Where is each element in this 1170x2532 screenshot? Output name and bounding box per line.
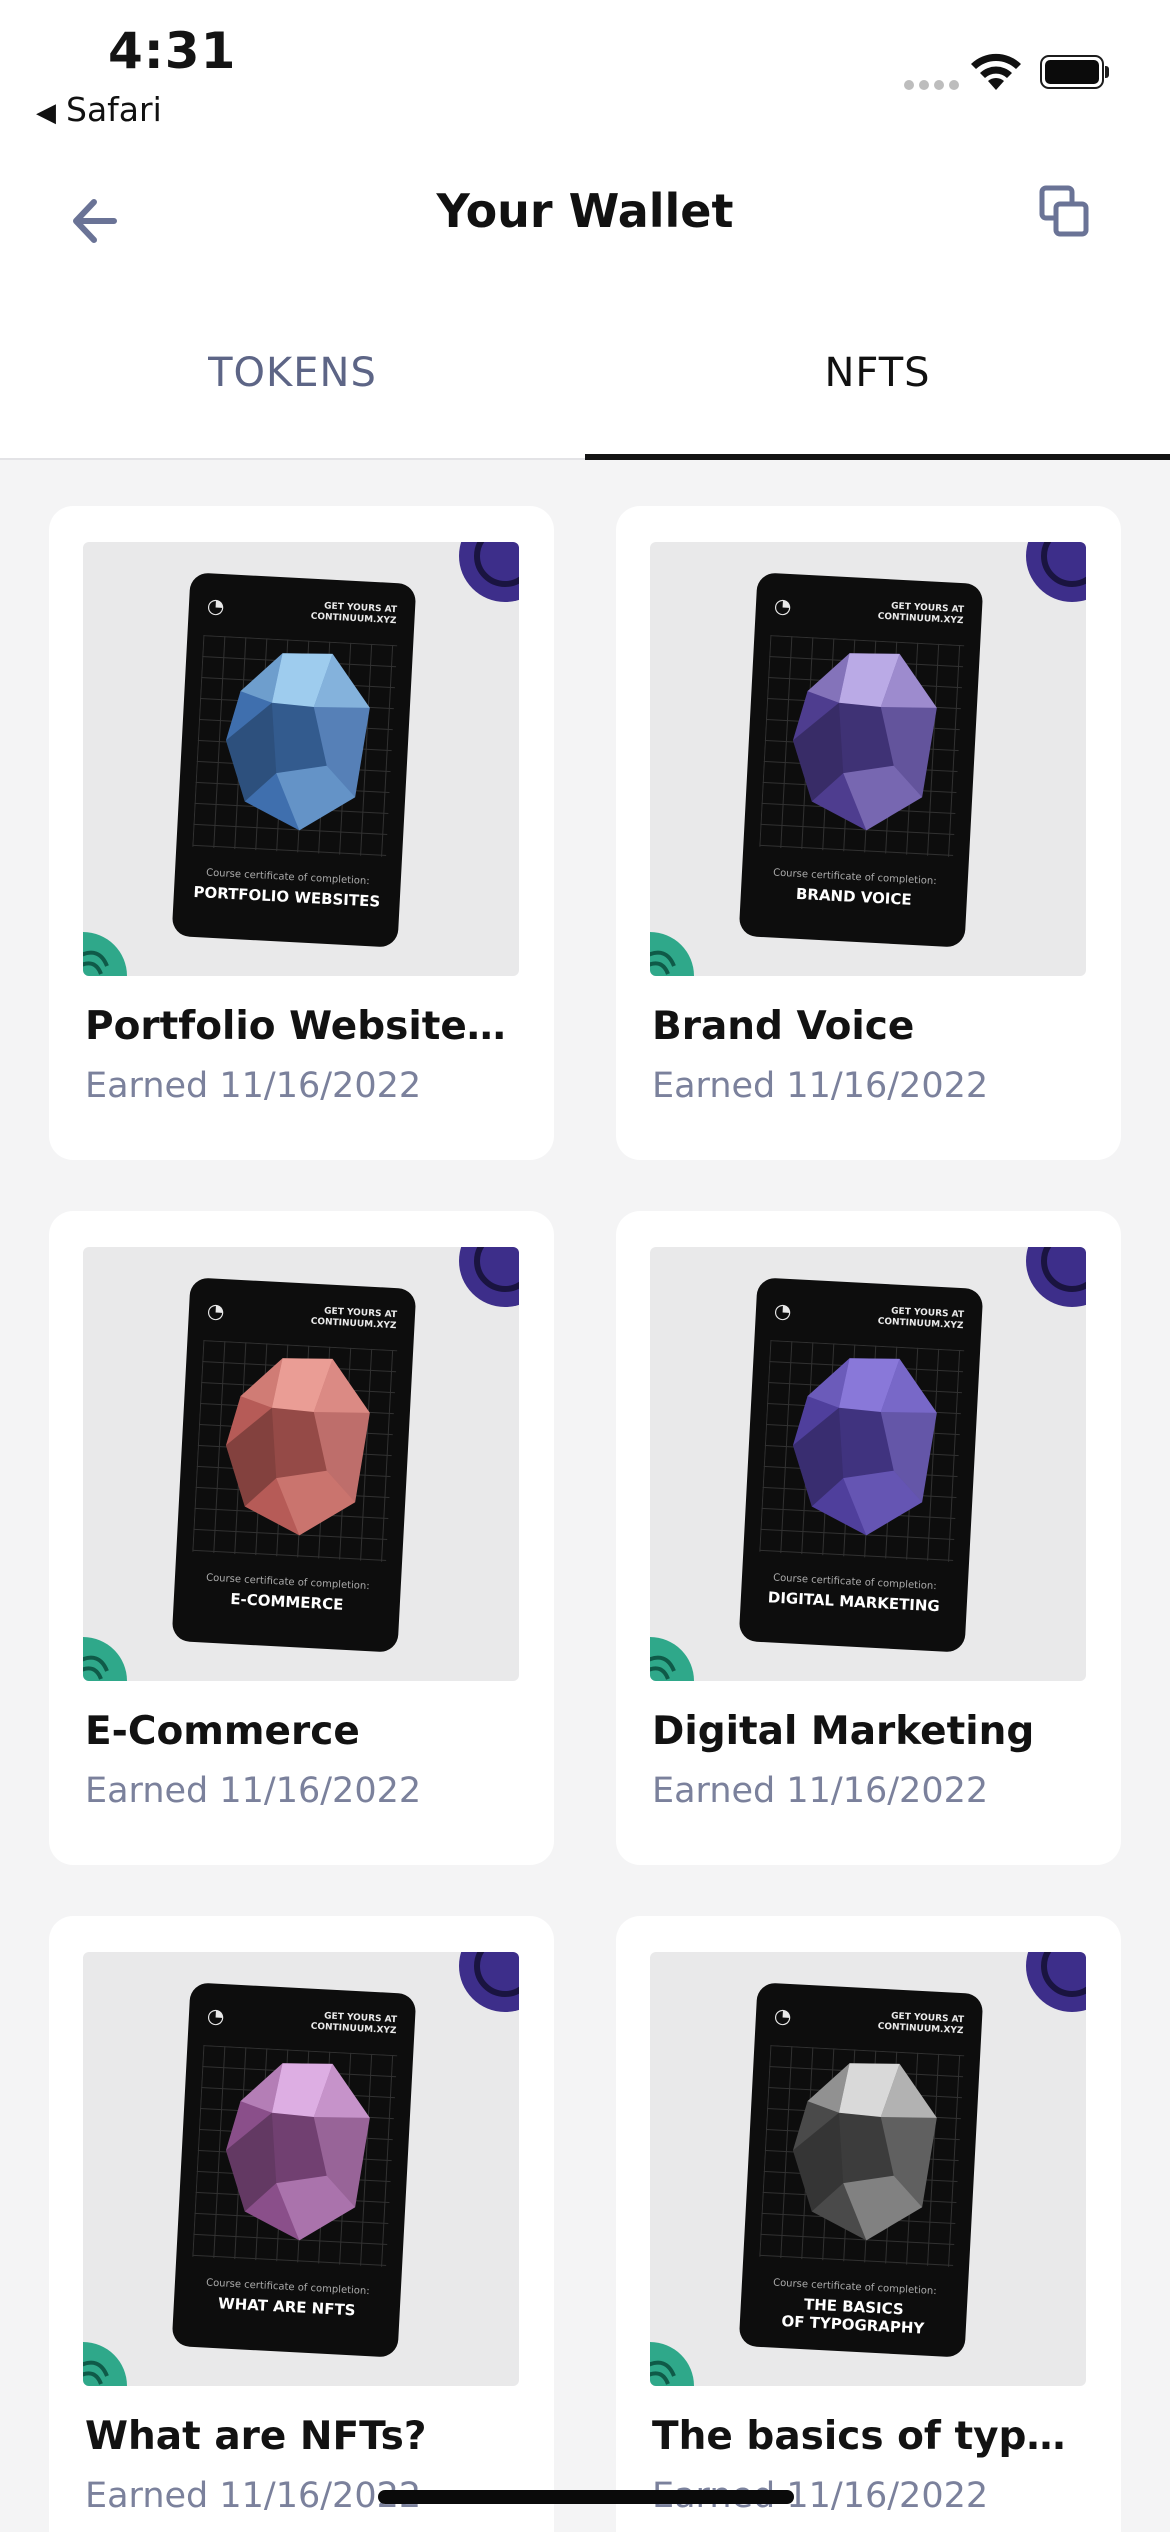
green-badge-icon: [83, 2342, 127, 2386]
green-badge-icon: [83, 932, 127, 976]
continuum-badge-icon: [1026, 542, 1086, 602]
earned-date: Earned 11/16/2022: [85, 1771, 422, 1811]
gem-illustration: [225, 2063, 370, 2241]
green-badge-icon: [83, 1637, 127, 1681]
continuum-logo-icon: ◔: [773, 593, 793, 619]
promo-text: GET YOURS AT CONTINUUM.XYZ: [877, 601, 965, 627]
earned-date: Earned 11/16/2022: [85, 1066, 422, 1106]
gem-illustration: [225, 1358, 370, 1536]
continuum-logo-icon: ◔: [206, 593, 226, 619]
nft-thumbnail: ◔ GET YOURS AT CONTINUUM.XYZ Course certi…: [650, 1952, 1086, 2386]
certificate-card-image: ◔ GET YOURS AT CONTINUUM.XYZ Course certi…: [738, 1982, 984, 2358]
continuum-logo-icon: ◔: [773, 2003, 793, 2029]
back-to-app-link[interactable]: ◀ Safari: [36, 90, 162, 129]
continuum-logo-icon: ◔: [773, 1298, 793, 1324]
nft-title: E-Commerce: [85, 1709, 360, 1754]
nft-thumbnail: ◔ GET YOURS AT CONTINUUM.XYZ Course certi…: [83, 1247, 519, 1681]
nft-title: Digital Marketing: [652, 1709, 1035, 1754]
tab-bar: TOKENS NFTS: [0, 290, 1170, 460]
gem-illustration: [792, 1358, 937, 1536]
continuum-badge-icon: [459, 542, 519, 602]
green-badge-icon: [650, 932, 694, 976]
promo-text: GET YOURS AT CONTINUUM.XYZ: [877, 1306, 965, 1332]
back-triangle-icon: ◀: [36, 98, 56, 128]
nft-title: Portfolio Websites y...: [85, 1004, 525, 1049]
nft-card[interactable]: ◔ GET YOURS AT CONTINUUM.XYZ Course certi…: [49, 506, 554, 1160]
nft-card[interactable]: ◔ GET YOURS AT CONTINUUM.XYZ Course certi…: [49, 1211, 554, 1865]
nft-grid: ◔ GET YOURS AT CONTINUUM.XYZ Course certi…: [0, 458, 1170, 2532]
status-bar: 4:31 ◀ Safari: [0, 0, 1170, 150]
course-name: THE BASICS OF TYPOGRAPHY: [781, 2295, 925, 2338]
earned-date: Earned 11/16/2022: [652, 1771, 989, 1811]
wifi-icon: [971, 53, 1021, 90]
continuum-logo-icon: ◔: [206, 2003, 226, 2029]
nft-card[interactable]: ◔ GET YOURS AT CONTINUUM.XYZ Course certi…: [616, 1211, 1121, 1865]
earned-date: Earned 11/16/2022: [85, 2476, 422, 2516]
nft-title: The basics of typogr...: [652, 2414, 1092, 2459]
nft-title: Brand Voice: [652, 1004, 915, 1049]
status-time: 4:31: [108, 22, 237, 80]
promo-text: GET YOURS AT CONTINUUM.XYZ: [877, 2011, 965, 2037]
earned-date: Earned 11/16/2022: [652, 1066, 989, 1106]
continuum-badge-icon: [1026, 1247, 1086, 1307]
cellular-signal-icon: [904, 80, 960, 92]
gem-illustration: [792, 653, 937, 831]
home-indicator: [378, 2490, 794, 2504]
nft-card[interactable]: ◔ GET YOURS AT CONTINUUM.XYZ Course certi…: [49, 1916, 554, 2532]
page-title: Your Wallet: [436, 184, 734, 238]
back-app-label: Safari: [66, 90, 162, 129]
nft-thumbnail: ◔ GET YOURS AT CONTINUUM.XYZ Course certi…: [650, 542, 1086, 976]
continuum-badge-icon: [459, 1247, 519, 1307]
promo-text: GET YOURS AT CONTINUUM.XYZ: [310, 2011, 398, 2037]
battery-icon: [1040, 55, 1109, 89]
continuum-badge-icon: [1026, 1952, 1086, 2012]
nft-thumbnail: ◔ GET YOURS AT CONTINUUM.XYZ Course certi…: [83, 542, 519, 976]
promo-text: GET YOURS AT CONTINUUM.XYZ: [310, 1306, 398, 1332]
tab-nfts[interactable]: NFTS: [585, 290, 1170, 458]
tab-tokens[interactable]: TOKENS: [0, 290, 585, 458]
nft-card[interactable]: ◔ GET YOURS AT CONTINUUM.XYZ Course certi…: [616, 506, 1121, 1160]
certificate-card-image: ◔ GET YOURS AT CONTINUUM.XYZ Course certi…: [171, 1277, 417, 1653]
nft-title: What are NFTs?: [85, 2414, 427, 2459]
nav-bar: Your Wallet: [0, 150, 1170, 290]
nft-thumbnail: ◔ GET YOURS AT CONTINUUM.XYZ Course certi…: [650, 1247, 1086, 1681]
certificate-card-image: ◔ GET YOURS AT CONTINUUM.XYZ Course certi…: [738, 1277, 984, 1653]
certificate-card-image: ◔ GET YOURS AT CONTINUUM.XYZ Course certi…: [738, 572, 984, 948]
nft-thumbnail: ◔ GET YOURS AT CONTINUUM.XYZ Course certi…: [83, 1952, 519, 2386]
gem-illustration: [225, 653, 370, 831]
green-badge-icon: [650, 1637, 694, 1681]
copy-icon[interactable]: [1030, 180, 1100, 250]
continuum-badge-icon: [459, 1952, 519, 2012]
promo-text: GET YOURS AT CONTINUUM.XYZ: [310, 601, 398, 627]
certificate-card-image: ◔ GET YOURS AT CONTINUUM.XYZ Course certi…: [171, 1982, 417, 2358]
gem-illustration: [792, 2063, 937, 2241]
continuum-logo-icon: ◔: [206, 1298, 226, 1324]
certificate-card-image: ◔ GET YOURS AT CONTINUUM.XYZ Course certi…: [171, 572, 417, 948]
nft-card[interactable]: ◔ GET YOURS AT CONTINUUM.XYZ Course certi…: [616, 1916, 1121, 2532]
green-badge-icon: [650, 2342, 694, 2386]
